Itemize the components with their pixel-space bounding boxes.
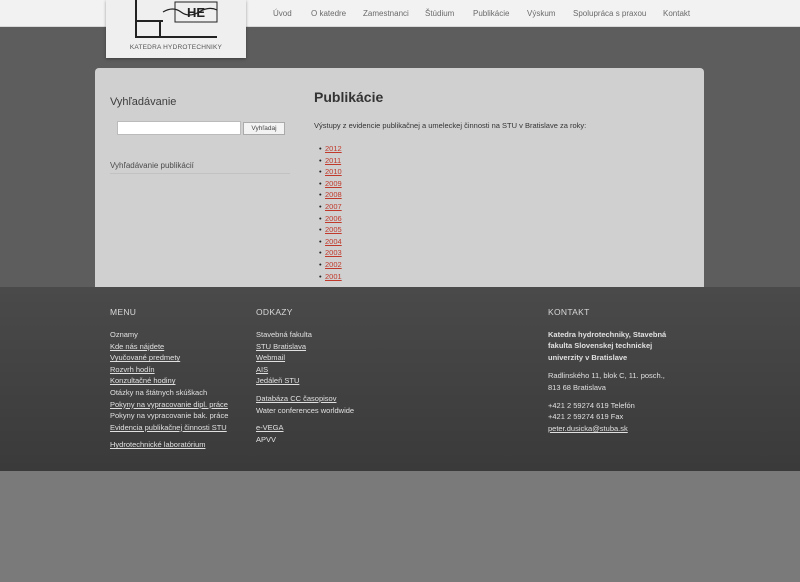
- footer-menu-item[interactable]: Konzultačné hodiny: [110, 375, 228, 387]
- footer-menu: MENU Oznamy Kde nás nájdete Vyučované pred…: [110, 307, 228, 451]
- footer-contact: KONTAKT Katedra hydrotechniky, Stavebná …: [548, 307, 678, 441]
- year-item: • 2009: [319, 178, 342, 190]
- footer-menu-item[interactable]: Pokyny na vypracovanie dipl. práce: [110, 399, 228, 411]
- year-link-2001[interactable]: 2001: [325, 272, 342, 281]
- footer-links-item[interactable]: AIS: [256, 364, 354, 376]
- page-title: Publikácie: [314, 89, 384, 105]
- footer: MENU Oznamy Kde nás nájdete Vyučované pred…: [0, 287, 800, 471]
- year-item: • 2011: [319, 155, 342, 167]
- nav-item-uvod[interactable]: Úvod: [273, 9, 292, 18]
- year-item: • 2002: [319, 259, 342, 271]
- contact-fax: +421 2 59274 619 Fax: [548, 412, 624, 422]
- nav-item-spolupraca[interactable]: Spolupráca s praxou: [573, 9, 646, 18]
- footer-links-item[interactable]: Databáza CC časopisov: [256, 393, 354, 405]
- content-band: Vyhľadávanie Vyhľadaj Vyhľadávanie publi…: [0, 27, 800, 298]
- footer-menu-item[interactable]: Hydrotechnické laboratórium: [110, 439, 228, 451]
- logo[interactable]: HE KATEDRA HYDROTECHNIKY: [106, 0, 246, 58]
- search-button[interactable]: Vyhľadaj: [243, 122, 285, 135]
- years-list: • 2012 • 2011 • 2010 • 2009 • 2008 • 2007 • 2006 • 2005…: [319, 143, 342, 282]
- nav-item-zamestnanci[interactable]: Zamestnanci: [363, 9, 409, 18]
- nav-item-vyskum[interactable]: Výskum: [527, 9, 555, 18]
- footer-menu-item[interactable]: Evidencia publikačnej činnosti STU: [110, 422, 228, 434]
- footer-menu-item: Pokyny na vypracovanie bak. práce: [110, 411, 229, 421]
- footer-menu-item[interactable]: Kde nás nájdete: [110, 341, 228, 353]
- content-panel: Vyhľadávanie Vyhľadaj Vyhľadávanie publi…: [95, 68, 704, 298]
- contact-phone: +421 2 59274 619 Telefón: [548, 401, 635, 411]
- nav-item-kontakt[interactable]: Kontakt: [663, 9, 690, 18]
- logo-icon: HE: [135, 0, 218, 38]
- footer-menu-item[interactable]: Vyučované predmety: [110, 352, 228, 364]
- year-link-2002[interactable]: 2002: [325, 260, 342, 269]
- year-item: • 2012: [319, 143, 342, 155]
- search-input[interactable]: [117, 121, 241, 135]
- contact-email-link[interactable]: peter.dusicka@stuba.sk: [548, 424, 628, 433]
- logo-text: HE: [187, 5, 205, 20]
- page-intro: Výstupy z evidencie publikačnej a umelec…: [314, 121, 587, 130]
- nav-item-studium[interactable]: Štúdium: [425, 9, 454, 18]
- year-item: • 2010: [319, 166, 342, 178]
- sidebar-divider: [110, 173, 290, 174]
- footer-links: ODKAZY Stavebná fakulta STU Bratislava Web…: [256, 307, 354, 445]
- nav-item-publikacie[interactable]: Publikácie: [473, 9, 509, 18]
- footer-links-item[interactable]: Webmail: [256, 352, 354, 364]
- year-item: • 2004: [319, 236, 342, 248]
- footer-links-title: ODKAZY: [256, 307, 293, 317]
- year-item: • 2001: [319, 271, 342, 283]
- year-link-2012[interactable]: 2012: [325, 144, 342, 153]
- year-item: • 2007: [319, 201, 342, 213]
- year-item: • 2003: [319, 247, 342, 259]
- contact-address: Radlinského 11, blok C, 11. posch., 813 …: [548, 371, 665, 392]
- year-link-2003[interactable]: 2003: [325, 248, 342, 257]
- footer-links-item[interactable]: Jedáleň STU: [256, 375, 354, 387]
- year-link-2010[interactable]: 2010: [325, 167, 342, 176]
- year-item: • 2005: [319, 224, 342, 236]
- year-link-2009[interactable]: 2009: [325, 179, 342, 188]
- footer-links-list: Stavebná fakulta STU Bratislava Webmail AIS…: [256, 329, 354, 445]
- year-link-2011[interactable]: 2011: [325, 156, 341, 165]
- sidebar-title: Vyhľadávanie: [110, 96, 177, 108]
- year-item: • 2006: [319, 213, 342, 225]
- footer-links-item: APVV: [256, 434, 277, 444]
- year-link-2005[interactable]: 2005: [325, 225, 342, 234]
- footer-contact-title: KONTAKT: [548, 307, 590, 317]
- logo-caption: KATEDRA HYDROTECHNIKY: [129, 44, 223, 51]
- footer-links-item[interactable]: e-VEGA: [256, 422, 354, 434]
- footer-links-item[interactable]: STU Bratislava: [256, 341, 354, 353]
- footer-menu-title: MENU: [110, 307, 137, 317]
- footer-links-item: Stavebná fakulta: [256, 330, 312, 339]
- year-item: • 2008: [319, 189, 342, 201]
- footer-menu-item[interactable]: Rozvrh hodín: [110, 364, 228, 376]
- contact-org: Katedra hydrotechniky, Stavebná fakulta …: [548, 330, 667, 362]
- year-link-2006[interactable]: 2006: [325, 214, 342, 223]
- year-link-2004[interactable]: 2004: [325, 237, 342, 246]
- nav-item-o-katedre[interactable]: O katedre: [311, 9, 346, 18]
- search-publications-link[interactable]: Vyhľadávanie publikácií: [110, 161, 194, 170]
- year-link-2007[interactable]: 2007: [325, 202, 342, 211]
- year-link-2008[interactable]: 2008: [325, 190, 342, 199]
- footer-links-item: Water conferences worldwide: [256, 405, 355, 415]
- footer-menu-list: Oznamy Kde nás nájdete Vyučované predmety R…: [110, 329, 228, 451]
- footer-menu-item: Otázky na štátnych skúškach: [110, 387, 208, 397]
- footer-menu-item: Oznamy: [110, 330, 138, 339]
